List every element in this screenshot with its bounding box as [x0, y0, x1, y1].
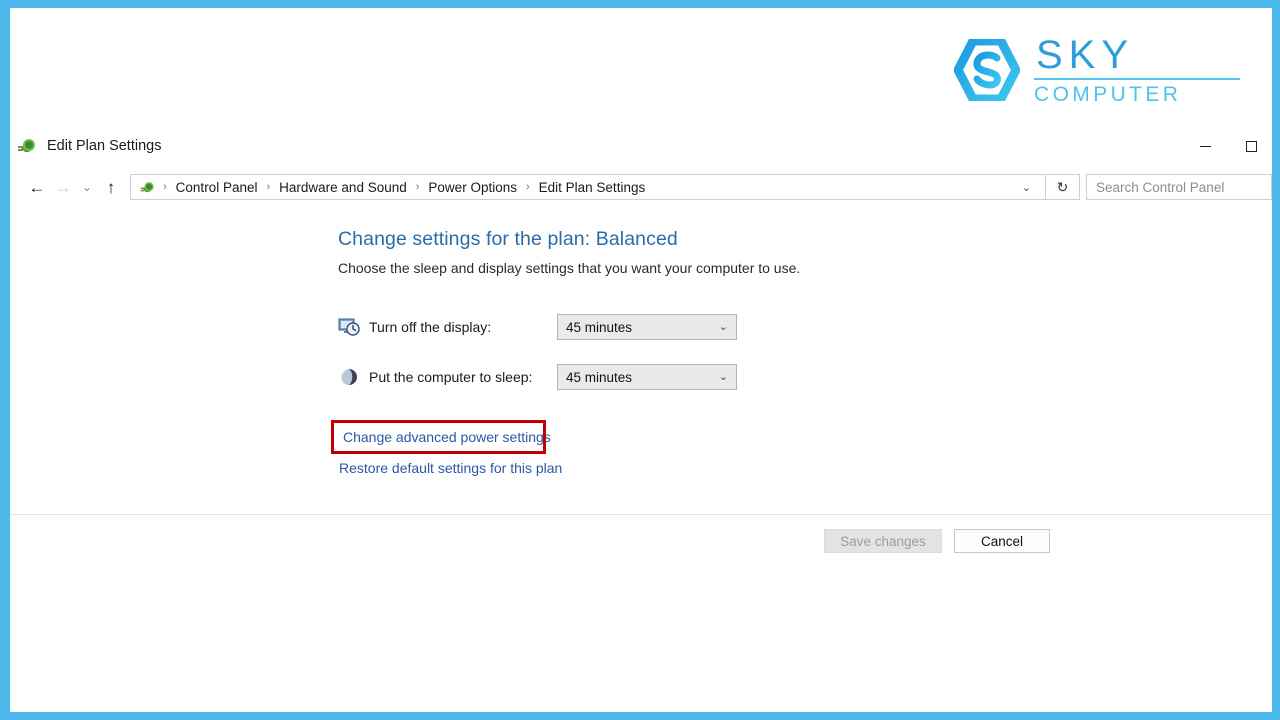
breadcrumb-item-hardware-and-sound[interactable]: Hardware and Sound [277, 180, 409, 195]
page-title: Change settings for the plan: Balanced [338, 228, 678, 250]
chevron-down-icon: ⌄ [718, 370, 728, 383]
breadcrumb-separator: › [163, 180, 167, 193]
window-titlebar: Edit Plan Settings [10, 126, 1272, 166]
content-pane: Change settings for the plan: Balanced C… [10, 208, 1272, 514]
page-root: SKY COMPUTER Edit Plan Settings ← → ⌄ ↑ … [10, 8, 1272, 712]
display-timeout-select[interactable]: 45 minutes ⌄ [557, 314, 737, 340]
breadcrumb-separator: › [266, 180, 271, 193]
breadcrumb: › Control Panel › Hardware and Sound › P… [156, 180, 1016, 195]
breadcrumb-separator: › [415, 180, 420, 193]
display-clock-icon [338, 318, 360, 336]
address-bar[interactable]: › Control Panel › Hardware and Sound › P… [130, 174, 1046, 200]
change-advanced-power-settings-link[interactable]: Change advanced power settings [338, 420, 557, 454]
up-button[interactable]: ↑ [98, 172, 124, 202]
setting-row-sleep: Put the computer to sleep: 45 minutes ⌄ [338, 364, 1272, 390]
power-plug-icon [140, 181, 154, 192]
window-controls [1182, 126, 1272, 166]
advanced-settings-link-row: Change advanced power settings [331, 420, 557, 460]
setting-row-display: Turn off the display: 45 minutes ⌄ [338, 314, 1272, 340]
cancel-button[interactable]: Cancel [954, 529, 1050, 553]
sleep-timeout-select[interactable]: 45 minutes ⌄ [557, 364, 737, 390]
page-subtitle: Choose the sleep and display settings th… [338, 260, 801, 276]
settings-panel: Change settings for the plan: Balanced C… [10, 208, 1272, 478]
breadcrumb-item-power-options[interactable]: Power Options [426, 180, 519, 195]
sleep-timeout-value: 45 minutes [566, 369, 633, 385]
back-button[interactable]: ← [24, 172, 50, 202]
restore-defaults-link-row: Restore default settings for this plan [338, 460, 1272, 478]
explorer-window: Edit Plan Settings ← → ⌄ ↑ › Control Pan… [10, 126, 1272, 712]
navigation-bar: ← → ⌄ ↑ › Control Panel › Hardware and S… [10, 166, 1272, 208]
brand-name-primary: SKY [1036, 33, 1135, 77]
power-plug-icon [18, 139, 35, 152]
refresh-button[interactable]: ↻ [1046, 174, 1080, 200]
minimize-button[interactable] [1182, 126, 1228, 166]
screen-frame: SKY COMPUTER Edit Plan Settings ← → ⌄ ↑ … [0, 0, 1280, 720]
window-title: Edit Plan Settings [47, 138, 162, 154]
forward-button: → [54, 177, 72, 197]
links-group: Change advanced power settings Restore d… [331, 420, 1272, 478]
chevron-down-icon[interactable]: ⌄ [1016, 181, 1041, 194]
chevron-down-icon: ⌄ [718, 320, 728, 333]
brand-divider [1034, 78, 1240, 80]
footer-actions: Save changes Cancel [10, 515, 1272, 567]
search-input[interactable]: Search Control Panel [1086, 174, 1272, 200]
sleep-moon-icon [341, 369, 357, 385]
restore-default-settings-link[interactable]: Restore default settings for this plan [339, 460, 562, 476]
recent-locations-button[interactable]: ⌄ [76, 172, 98, 202]
setting-label-sleep: Put the computer to sleep: [369, 369, 533, 385]
maximize-button[interactable] [1228, 126, 1272, 166]
refresh-icon: ↻ [1056, 179, 1069, 195]
minimize-icon [1199, 145, 1211, 147]
breadcrumb-item-edit-plan-settings[interactable]: Edit Plan Settings [537, 180, 648, 195]
brand-logo: SKY COMPUTER [954, 34, 1240, 106]
breadcrumb-item-control-panel[interactable]: Control Panel [174, 180, 260, 195]
display-timeout-value: 45 minutes [566, 319, 633, 335]
brand-name-secondary: COMPUTER [1034, 83, 1182, 106]
hexagon-s-logo-icon [954, 39, 1020, 101]
setting-label-display: Turn off the display: [369, 319, 492, 335]
search-placeholder: Search Control Panel [1096, 179, 1225, 195]
brand-wordmark: SKY COMPUTER [1034, 34, 1240, 106]
breadcrumb-separator: › [525, 180, 530, 193]
save-changes-button[interactable]: Save changes [824, 529, 942, 553]
maximize-icon [1245, 140, 1257, 152]
